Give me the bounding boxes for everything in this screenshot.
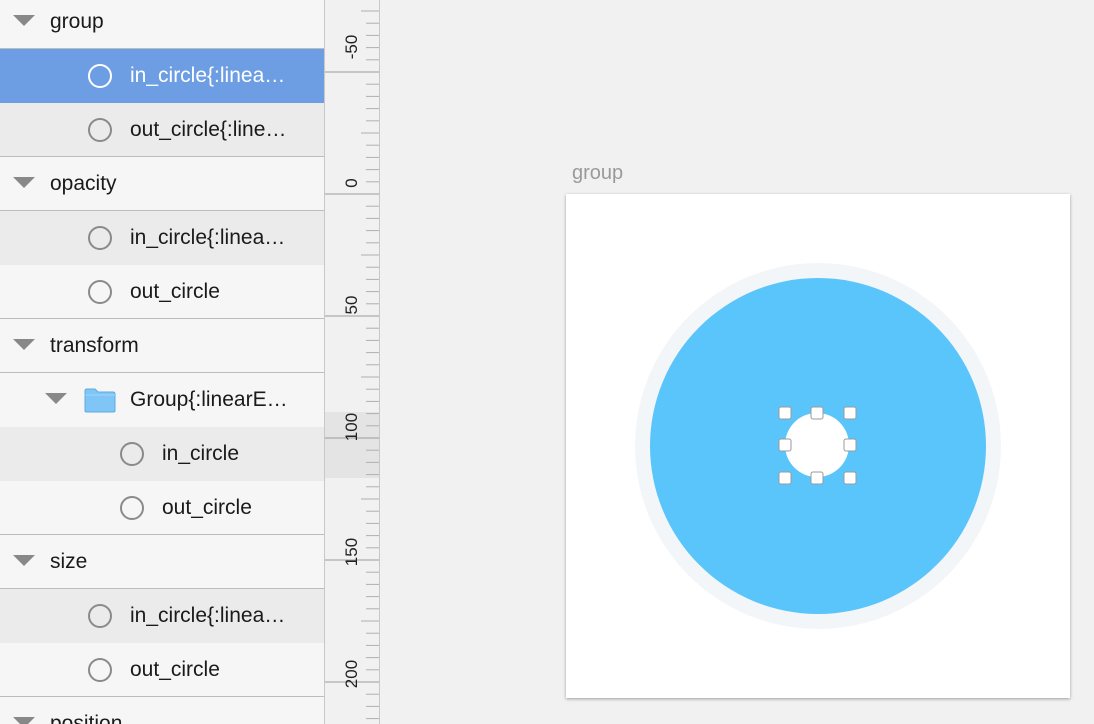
- disclosure-triangle-icon[interactable]: [13, 177, 35, 188]
- ruler-label: 100: [342, 413, 361, 441]
- layer-row-out-circle[interactable]: out_circle: [0, 643, 324, 697]
- section-group[interactable]: group: [0, 0, 324, 49]
- resize-handle[interactable]: [843, 438, 857, 452]
- section-label: transform: [50, 333, 139, 357]
- layer-row-out-circle[interactable]: out_circle: [0, 481, 324, 535]
- layer-row-in-circle[interactable]: in_circle: [0, 427, 324, 481]
- circle-shape-icon: [88, 657, 112, 682]
- section-label: position: [50, 711, 123, 724]
- layer-label: in_circle{:linea…: [130, 604, 286, 627]
- disclosure-triangle-icon[interactable]: [13, 15, 35, 26]
- circle-shape-icon: [88, 64, 112, 88]
- circle-shape-icon: [88, 117, 112, 142]
- ruler-labels: -50 0 50 100 150 200: [342, 35, 361, 688]
- section-label: size: [50, 549, 88, 573]
- disclosure-triangle-icon[interactable]: [13, 339, 35, 350]
- disclosure-triangle-icon[interactable]: [45, 393, 67, 404]
- layer-label: out_circle: [162, 495, 252, 519]
- circle-shape-icon: [120, 495, 144, 520]
- layer-row-out-circle[interactable]: out_circle{:line…: [0, 103, 324, 157]
- layer-row-in-circle[interactable]: in_circle{:linea…: [0, 211, 324, 265]
- section-label: group: [50, 9, 104, 33]
- artboard[interactable]: [566, 194, 1070, 698]
- layer-row-group[interactable]: Group{:linearE…: [0, 373, 324, 427]
- layer-label: in_circle{:linea…: [130, 64, 286, 87]
- artboard-title[interactable]: group: [572, 162, 623, 185]
- artboard-content: [635, 263, 1001, 629]
- layer-row-out-circle[interactable]: out_circle: [0, 265, 324, 319]
- resize-handle[interactable]: [810, 471, 824, 485]
- circle-shape-icon: [88, 226, 112, 250]
- ruler-label: 150: [342, 538, 361, 566]
- layer-label: in_circle{:linea…: [130, 226, 286, 249]
- layer-label: out_circle: [130, 657, 220, 681]
- ruler-label: 50: [342, 296, 361, 315]
- resize-handle[interactable]: [843, 471, 857, 485]
- ruler-ticks: [325, 10, 379, 720]
- layer-panel: group in_circle{:linea… out_circle{:line…: [0, 0, 325, 724]
- section-opacity[interactable]: opacity: [0, 157, 324, 211]
- resize-handle[interactable]: [778, 438, 792, 452]
- layer-row-in-circle[interactable]: in_circle{:linea…: [0, 589, 324, 643]
- disclosure-triangle-icon[interactable]: [13, 717, 35, 724]
- resize-handle[interactable]: [778, 406, 792, 420]
- section-transform[interactable]: transform: [0, 319, 324, 373]
- vertical-ruler[interactable]: -50 0 50 100 150 200: [325, 0, 380, 724]
- ruler-label: -50: [342, 35, 361, 60]
- layer-label: out_circle{:line…: [130, 117, 287, 141]
- layer-label: out_circle: [130, 279, 220, 303]
- section-size[interactable]: size: [0, 535, 324, 589]
- ruler-label: 200: [342, 660, 361, 688]
- in-circle[interactable]: [785, 413, 849, 477]
- folder-icon: [84, 388, 116, 413]
- circle-shape-icon: [88, 604, 112, 628]
- ruler-label: 0: [342, 178, 361, 187]
- circle-shape-icon: [120, 442, 144, 466]
- resize-handle[interactable]: [843, 406, 857, 420]
- section-label: opacity: [50, 171, 117, 195]
- layer-label: Group{:linearE…: [130, 388, 288, 411]
- layer-row-in-circle[interactable]: in_circle{:linea…: [0, 49, 324, 103]
- ruler-graphic: -50 0 50 100 150 200: [325, 10, 379, 720]
- section-position[interactable]: position: [0, 697, 324, 724]
- disclosure-triangle-icon[interactable]: [13, 555, 35, 566]
- layer-label: in_circle: [162, 442, 240, 465]
- circle-shape-icon: [88, 279, 112, 304]
- resize-handle[interactable]: [810, 406, 824, 420]
- resize-handle[interactable]: [778, 471, 792, 485]
